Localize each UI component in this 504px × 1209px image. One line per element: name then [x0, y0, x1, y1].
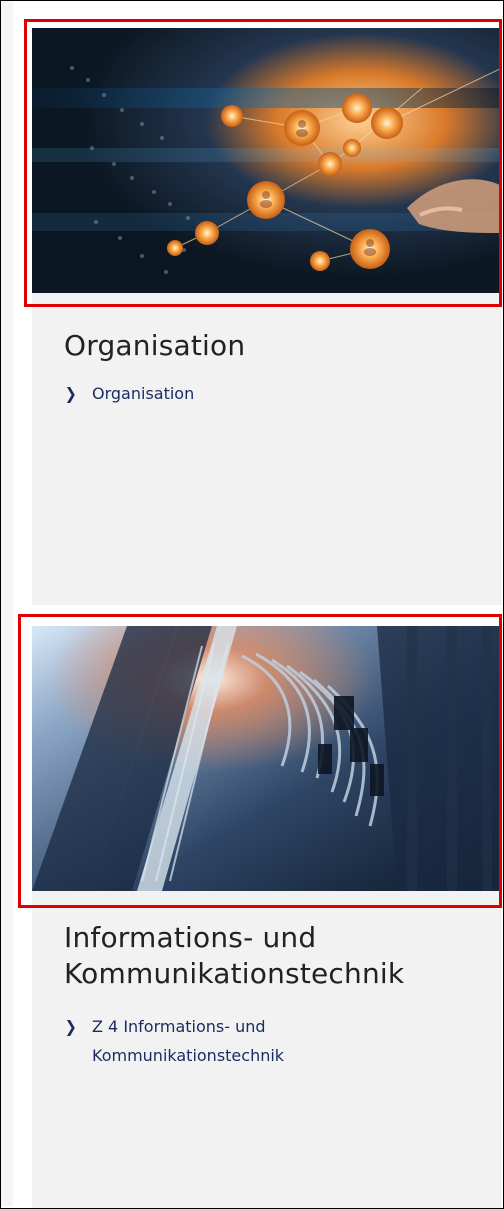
server-cables-illustration: [32, 626, 502, 891]
people-network-image[interactable]: [32, 28, 502, 293]
people-network-illustration: [32, 28, 502, 293]
chevron-right-icon: ❯: [64, 384, 77, 403]
left-gutter: [1, 1, 13, 1206]
ikt-link-label: Z 4 Informations- und Kommunikationstech…: [92, 1017, 285, 1065]
card-title: Informations- und Kommunikationstechnik: [64, 921, 405, 990]
organisation-card[interactable]: Organisation ❯ Organisation: [32, 28, 502, 605]
organisation-link[interactable]: ❯ Organisation: [64, 379, 195, 408]
card-title: Organisation: [64, 329, 246, 362]
ikt-card[interactable]: Informations- und Kommunikationstechnik …: [32, 626, 502, 1208]
server-cables-image[interactable]: [32, 626, 502, 891]
chevron-right-icon: ❯: [64, 1017, 77, 1036]
organisation-link-label: Organisation: [92, 384, 195, 403]
ikt-link[interactable]: ❯ Z 4 Informations- und Kommunikationste…: [64, 1012, 424, 1070]
